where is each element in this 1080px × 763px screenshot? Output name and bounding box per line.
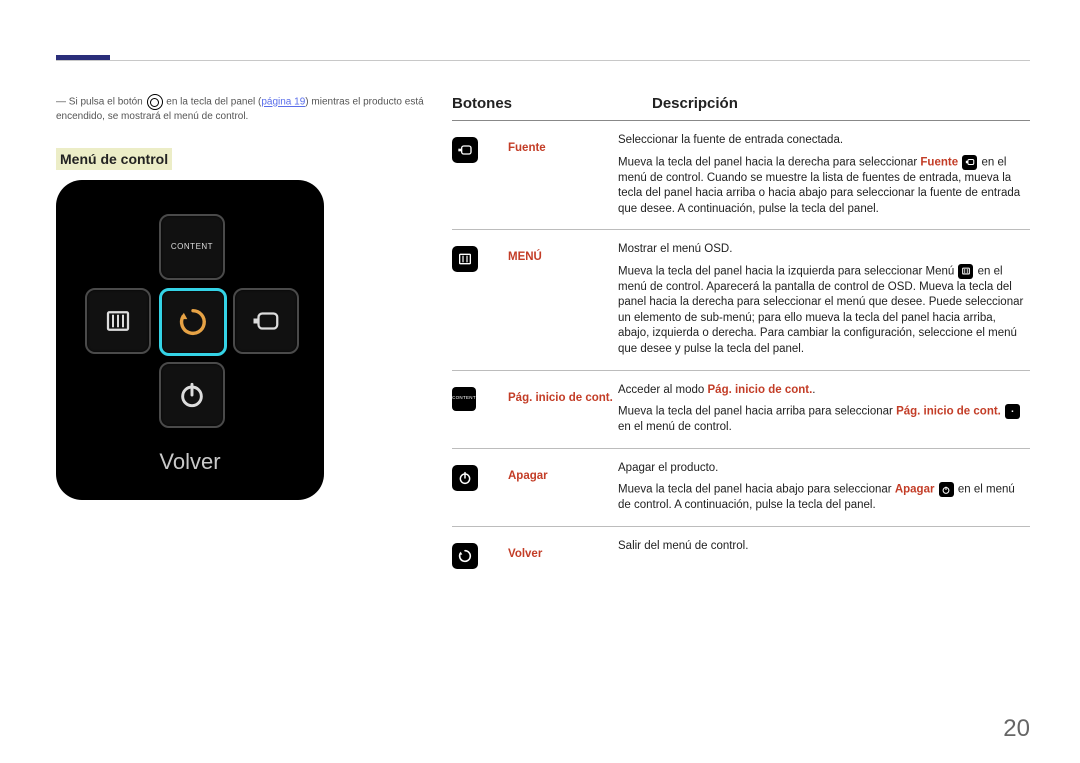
inline-menu-icon xyxy=(958,264,973,279)
row-desc: Apagar el producto. Mueva la tecla del p… xyxy=(618,461,1030,514)
source-icon xyxy=(452,137,478,163)
row-intro: Apagar el producto. xyxy=(618,461,1030,477)
intro-post: . xyxy=(812,384,815,396)
row-icon-cell xyxy=(452,461,508,491)
pad-content-button[interactable]: CONTENT xyxy=(159,214,225,280)
pad-power-button[interactable] xyxy=(159,362,225,428)
control-menu-title: Menú de control xyxy=(56,148,172,171)
table-row: Apagar Apagar el producto. Mueva la tecl… xyxy=(452,449,1030,527)
page-number: 20 xyxy=(1003,713,1030,745)
menu-icon xyxy=(452,246,478,272)
table-row: Volver Salir del menú de control. xyxy=(452,527,1030,581)
row-desc: Acceder al modo Pág. inicio de cont.. Mu… xyxy=(618,383,1030,436)
page-ref-link[interactable]: página 19 xyxy=(261,97,305,108)
body-post: en el menú de control. xyxy=(618,421,732,433)
inline-source-icon xyxy=(962,155,977,170)
th-botones: Botones xyxy=(452,94,652,114)
table-row: MENÚ Mostrar el menú OSD. Mueva la tecla… xyxy=(452,230,1030,370)
body-pre: Mueva la tecla del panel hacia arriba pa… xyxy=(618,406,896,418)
pad-volver-label: Volver xyxy=(56,447,324,477)
row-intro: Mostrar el menú OSD. xyxy=(618,242,1030,258)
pad-source-button[interactable] xyxy=(233,288,299,354)
row-label: MENÚ xyxy=(508,242,618,266)
intro-pre: Acceder al modo xyxy=(618,384,708,396)
page: ― Si pulsa el botón en la tecla del pane… xyxy=(0,0,1080,763)
pad-menu-button[interactable] xyxy=(85,288,151,354)
row-icon-cell: CONTENT xyxy=(452,383,508,411)
row-label: Fuente xyxy=(508,133,618,157)
header-divider xyxy=(56,60,1030,61)
note-text-pre: Si pulsa el botón xyxy=(69,97,146,108)
row-intro: Acceder al modo Pág. inicio de cont.. xyxy=(618,383,1030,399)
pad-content-label: CONTENT xyxy=(171,242,213,253)
menu-icon xyxy=(103,306,133,336)
table-header: Botones Descripción xyxy=(452,94,1030,121)
row-intro: Seleccionar la fuente de entrada conecta… xyxy=(618,133,1030,149)
row-body: Mueva la tecla del panel hacia abajo par… xyxy=(618,482,1030,514)
table-row: CONTENT Pág. inicio de cont. Acceder al … xyxy=(452,371,1030,449)
row-icon-cell xyxy=(452,242,508,272)
body-pre: Mueva la tecla del panel hacia la derech… xyxy=(618,156,920,168)
right-column: Botones Descripción Fuente Seleccionar l… xyxy=(452,94,1030,581)
note-text-mid1: en la tecla del panel ( xyxy=(164,97,262,108)
intro-hl: Pág. inicio de cont. xyxy=(708,384,813,396)
power-icon xyxy=(452,465,478,491)
row-label: Volver xyxy=(508,539,618,563)
power-icon xyxy=(176,379,208,411)
row-desc: Mostrar el menú OSD. Mueva la tecla del … xyxy=(618,242,1030,357)
source-icon xyxy=(251,306,281,336)
left-column: ― Si pulsa el botón en la tecla del pane… xyxy=(56,94,426,500)
body-pre: Mueva la tecla del panel hacia abajo par… xyxy=(618,484,895,496)
row-body: Mueva la tecla del panel hacia la izquie… xyxy=(618,264,1030,358)
row-intro: Salir del menú de control. xyxy=(618,539,1030,555)
row-icon-cell xyxy=(452,133,508,163)
inline-power-icon xyxy=(939,482,954,497)
row-label: Apagar xyxy=(508,461,618,485)
body-pre: Mueva la tecla del panel hacia la izquie… xyxy=(618,265,957,277)
table-row: Fuente Seleccionar la fuente de entrada … xyxy=(452,121,1030,230)
th-descripcion: Descripción xyxy=(652,94,1030,114)
row-body: Mueva la tecla del panel hacia la derech… xyxy=(618,155,1030,218)
row-desc: Seleccionar la fuente de entrada conecta… xyxy=(618,133,1030,217)
body-hl: Fuente xyxy=(920,156,958,168)
row-body: Mueva la tecla del panel hacia arriba pa… xyxy=(618,404,1030,436)
row-icon-cell xyxy=(452,539,508,569)
content-icon: CONTENT xyxy=(452,387,476,411)
panel-button-icon xyxy=(147,94,163,110)
return-icon xyxy=(176,305,210,339)
body-hl: Apagar xyxy=(895,484,935,496)
row-desc: Salir del menú de control. xyxy=(618,539,1030,555)
row-label: Pág. inicio de cont. xyxy=(508,383,618,407)
pad-return-button[interactable] xyxy=(159,288,227,356)
info-note: ― Si pulsa el botón en la tecla del pane… xyxy=(56,94,426,124)
control-pad: CONTENT xyxy=(56,180,324,500)
inline-content-icon: ■ xyxy=(1005,404,1020,419)
body-hl: Pág. inicio de cont. xyxy=(896,406,1001,418)
return-icon xyxy=(452,543,478,569)
